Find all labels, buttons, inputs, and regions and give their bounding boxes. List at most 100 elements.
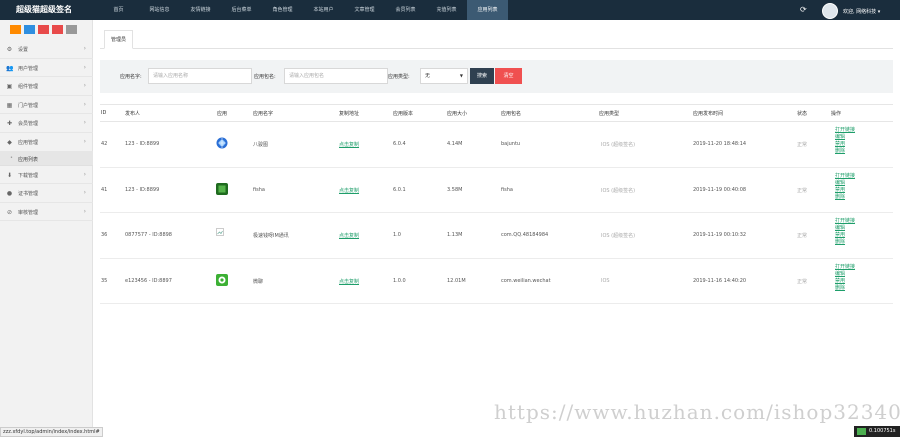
nav-item[interactable]: 本站用户 (303, 0, 344, 20)
quick-button-5[interactable] (66, 25, 77, 34)
main-content: 管理员 应用名字: 请输入应用名称 应用包名: 请输入应用包名 应用类型: 无 … (94, 20, 900, 427)
cell-pkg: com.weilian.wechat (501, 277, 551, 284)
column-header: ID (101, 110, 107, 116)
cell-pkg: bajuntu (501, 141, 521, 147)
action-disable[interactable]: 禁用 (835, 141, 855, 147)
chevron-right-icon: › (83, 100, 86, 108)
cell-copy[interactable]: 点击复制 (339, 187, 359, 194)
chevron-right-icon: › (83, 45, 86, 52)
sidebar-item[interactable]: ⬇ 下载管理 › (0, 166, 93, 185)
sidebar-item[interactable]: ▦ 门户管理 › (0, 96, 93, 115)
sidebar-item-label: 门户管理 (18, 102, 39, 109)
quick-button-4[interactable] (52, 25, 63, 34)
nav-item[interactable]: 文章管理 (344, 0, 385, 20)
cell-copy[interactable]: 点击复制 (339, 278, 359, 285)
sidebar-item[interactable]: ▣ 组件管理 › (0, 77, 93, 96)
sidebar-item[interactable]: ⚙ 设置 › (0, 40, 93, 59)
action-open-link[interactable]: 打开链接 (835, 218, 855, 224)
refresh-icon[interactable]: ⟳ (800, 6, 807, 14)
action-delete[interactable]: 删除 (835, 148, 855, 154)
cell-type: IOS (599, 278, 610, 284)
action-open-link[interactable]: 打开链接 (835, 173, 855, 179)
action-delete[interactable]: 删除 (835, 285, 855, 291)
app-type-select[interactable]: 无 ▼ (420, 68, 468, 84)
cell-time: 2019-11-19 00:10:32 (693, 232, 747, 238)
column-header: 应用版本 (393, 111, 414, 117)
avatar[interactable] (822, 3, 838, 19)
table-row: 36 0877577 - ID:8898 极速钱呀IM通讯 点击复制 1.0 1.13M c… (100, 213, 893, 259)
clear-button[interactable]: 清空 (495, 68, 522, 84)
quick-button-1[interactable] (10, 25, 21, 34)
row-actions: 打开链接 编辑 禁用 删除 (835, 173, 855, 200)
brand-logo[interactable]: 超级猫超级签名 (16, 4, 72, 15)
cell-id: 35 (101, 277, 108, 284)
table-row: 42 123 - ID:8899 八骏图 点击复制 6.0.4 4.14M bajuntu I… (100, 122, 893, 168)
column-header: 状态 (797, 111, 808, 117)
sidebar-item-label: 审核管理 (18, 209, 39, 216)
nav-item[interactable]: 友情链接 (180, 0, 221, 20)
action-disable[interactable]: 禁用 (835, 278, 855, 284)
app-package-label: 应用包名: (254, 74, 276, 80)
row-actions: 打开链接 编辑 禁用 删除 (835, 264, 855, 291)
action-delete[interactable]: 删除 (835, 194, 855, 200)
cell-size: 4.14M (447, 141, 463, 147)
action-edit[interactable]: 编辑 (835, 271, 855, 277)
column-header: 应用 (217, 111, 228, 117)
nav-item[interactable]: 后台菜单 (221, 0, 262, 20)
cell-version: 6.0.1 (393, 186, 406, 193)
tab-admin[interactable]: 管理员 (104, 30, 134, 49)
action-delete[interactable]: 删除 (835, 239, 855, 245)
action-disable[interactable]: 禁用 (835, 232, 855, 238)
action-edit[interactable]: 编辑 (835, 134, 855, 140)
sidebar-item-label: 应用管理 (18, 139, 39, 146)
action-edit[interactable]: 编辑 (835, 180, 855, 186)
action-open-link[interactable]: 打开链接 (835, 127, 855, 133)
cell-copy[interactable]: 点击复制 (339, 141, 359, 148)
app-name-input[interactable]: 请输入应用名称 (148, 68, 252, 84)
user-menu[interactable]: 欢迎, 网络科技 ▾ (843, 8, 880, 15)
action-open-link[interactable]: 打开链接 (835, 264, 855, 270)
nav-item[interactable]: 充值列表 (426, 0, 467, 20)
sidebar-item[interactable]: ⊘ 审核管理 › (0, 203, 93, 222)
nav-item[interactable]: 会员列表 (385, 0, 426, 20)
nav-item[interactable]: 应用列表 (467, 0, 508, 20)
cell-publisher: e123456 - ID:8897 (125, 277, 172, 284)
sidebar: ⚙ 设置 › 👥 用户管理 › ▣ 组件管理 › ▦ 门户管理 › ✚ 会员管理 › ◆ 应用管理 › • 应用列表 ⬇… (0, 20, 93, 427)
sidebar-subitem-label: 应用列表 (18, 156, 39, 163)
sidebar-item[interactable]: ✚ 会员管理 › (0, 114, 93, 133)
plus-icon: ✚ (6, 120, 13, 128)
cell-name: 微聊 (253, 278, 264, 285)
sidebar-menu: ⚙ 设置 › 👥 用户管理 › ▣ 组件管理 › ▦ 门户管理 › ✚ 会员管理 › ◆ 应用管理 › • 应用列表 ⬇… (0, 40, 93, 222)
cell-status: 正常 (797, 233, 808, 239)
sidebar-item[interactable]: ◆ 应用管理 › (0, 133, 93, 152)
cell-id: 42 (101, 141, 108, 147)
app-package-input[interactable]: 请输入应用包名 (284, 68, 388, 84)
nav-item[interactable]: 网站信息 (139, 0, 180, 20)
row-actions: 打开链接 编辑 禁用 删除 (835, 127, 855, 154)
cell-publisher: 123 - ID:8899 (125, 186, 160, 193)
action-disable[interactable]: 禁用 (835, 187, 855, 193)
search-button[interactable]: 搜索 (470, 68, 494, 84)
audit-icon: ⊘ (6, 208, 13, 216)
app-icon (216, 228, 228, 240)
cell-publisher: 123 - ID:8899 (125, 141, 160, 147)
quick-button-2[interactable] (24, 25, 35, 34)
cell-type: IOS (超级签名) (599, 232, 635, 239)
sidebar-item[interactable]: ● 证书管理 › (0, 184, 93, 203)
sidebar-item[interactable]: 👥 用户管理 › (0, 59, 93, 78)
quick-button-3[interactable] (38, 25, 49, 34)
sidebar-subitem-app-list[interactable]: • 应用列表 (0, 151, 93, 166)
app-type-text: IOS (超级签名) (601, 233, 636, 239)
chevron-right-icon: › (83, 207, 86, 215)
sidebar-item-label: 证书管理 (18, 191, 39, 198)
tab-bar: 管理员 (100, 30, 893, 49)
sidebar-item-label: 组件管理 (18, 84, 39, 91)
nav-item[interactable]: 首页 (98, 0, 139, 20)
cell-time: 2019-11-19 00:40:08 (693, 186, 747, 193)
cell-version: 1.0.0 (393, 277, 406, 284)
nav-item[interactable]: 角色管理 (262, 0, 303, 20)
download-icon: ⬇ (6, 171, 13, 179)
action-edit[interactable]: 编辑 (835, 225, 855, 231)
column-header: 应用名字 (253, 111, 274, 117)
cell-copy[interactable]: 点击复制 (339, 232, 359, 239)
